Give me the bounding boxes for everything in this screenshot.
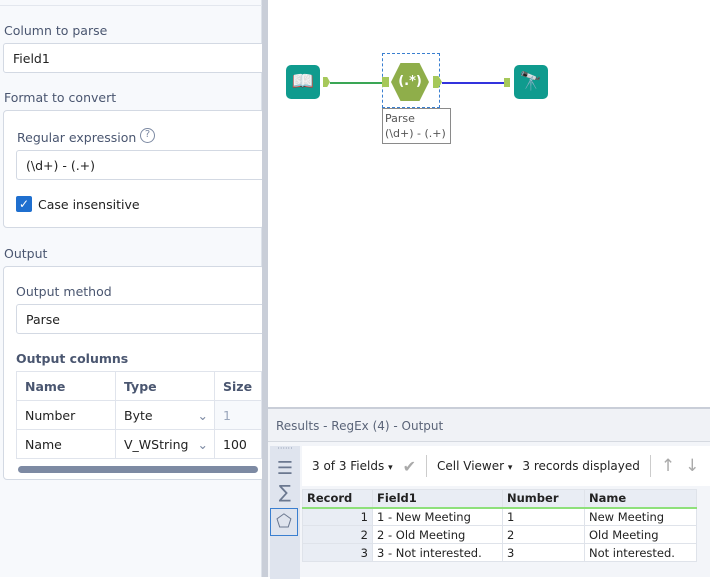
- format-to-convert-label: Format to convert: [4, 90, 117, 105]
- column-name[interactable]: Number: [16, 400, 116, 430]
- record-cell: 1: [302, 507, 373, 526]
- table-row: Name V_WString ⌄ 100: [16, 429, 262, 459]
- results-title: Results - RegEx (4) - Output: [268, 409, 710, 442]
- divider: [649, 455, 651, 477]
- cell[interactable]: Not interested.: [584, 543, 697, 562]
- cell[interactable]: 1 - New Meeting: [372, 507, 503, 526]
- size-field[interactable]: 100: [214, 429, 262, 459]
- divider: [0, 5, 262, 6]
- col-header-type: Type: [115, 371, 215, 401]
- annotation-line: (\d+) - (.+): [385, 127, 446, 140]
- cell[interactable]: New Meeting: [584, 507, 697, 526]
- results-panel: Results - RegEx (4) - Output ······ ☰ ∑ …: [268, 407, 710, 579]
- table-row: 11 - New Meeting 1 New Meeting: [302, 507, 697, 526]
- column-name[interactable]: Name: [16, 429, 116, 459]
- record-cell: 2: [302, 525, 373, 544]
- cell[interactable]: 1: [502, 507, 585, 526]
- regex-input[interactable]: (\d+) - (.+): [16, 150, 266, 180]
- cell[interactable]: 2: [502, 525, 585, 544]
- connection-line: [330, 82, 382, 84]
- table-row: 22 - Old Meeting 2 Old Meeting: [302, 525, 697, 544]
- output-anchor[interactable]: [433, 76, 442, 88]
- tool-annotation: Parse (\d+) - (.+): [382, 108, 451, 144]
- type-select[interactable]: Byte ⌄: [115, 400, 215, 430]
- regex-label: Regular expression: [17, 130, 137, 145]
- input-anchor[interactable]: [382, 77, 389, 87]
- sigma-icon[interactable]: ∑: [276, 482, 294, 504]
- cell[interactable]: 2 - Old Meeting: [372, 525, 503, 544]
- records-count: 3 records displayed: [522, 459, 640, 473]
- horizontal-scrollbar[interactable]: [18, 466, 258, 473]
- drag-handle[interactable]: ······: [270, 445, 300, 453]
- output-columns-table: Name Type Size Number Byte ⌄ 1 Name V_WString ⌄…: [16, 371, 262, 459]
- table-row: 33 - Not interested. 3 Not interested.: [302, 543, 697, 562]
- browse-tool-binoculars-icon[interactable]: 🔭: [514, 65, 548, 99]
- results-grid: Record Field1 Number Name 11 - New Meeti…: [302, 489, 697, 562]
- record-cell: 3: [302, 543, 373, 562]
- input-anchor[interactable]: [504, 78, 510, 87]
- chevron-down-icon: ⌄: [197, 407, 208, 423]
- cell[interactable]: Old Meeting: [584, 525, 697, 544]
- cell-viewer-dropdown[interactable]: Cell Viewer ▾: [437, 459, 512, 473]
- case-insensitive-checkbox[interactable]: ✓: [16, 196, 32, 212]
- col-header-name: Name: [16, 371, 116, 401]
- header-record[interactable]: Record: [302, 489, 373, 509]
- list-icon[interactable]: ☰: [276, 458, 294, 480]
- output-method-select[interactable]: Parse: [16, 304, 266, 334]
- header-field1[interactable]: Field1: [372, 489, 503, 509]
- header-name[interactable]: Name: [584, 489, 697, 509]
- size-field: 1: [214, 400, 262, 430]
- column-to-parse-select[interactable]: Field1: [3, 43, 265, 73]
- case-insensitive-label: Case insensitive: [38, 197, 140, 212]
- table-row: Number Byte ⌄ 1: [16, 400, 262, 430]
- workflow-canvas[interactable]: 📖 (.*) 🔭 Parse (\d+) - (.+): [268, 0, 710, 405]
- output-label: Output: [4, 246, 48, 261]
- arrow-down-icon[interactable]: ↓: [685, 456, 699, 476]
- connection-line: [442, 82, 504, 84]
- results-toolbar: 3 of 3 Fields ▾ ✔ Cell Viewer ▾ 3 record…: [302, 446, 710, 486]
- input-data-tool-book-icon[interactable]: 📖: [286, 65, 320, 99]
- fields-dropdown[interactable]: 3 of 3 Fields ▾: [312, 459, 393, 473]
- tag-icon[interactable]: ⬠: [270, 508, 298, 536]
- results-sidebar: ······ ☰ ∑ ⬠: [270, 445, 300, 579]
- chevron-down-icon: ⌄: [197, 436, 208, 452]
- col-header-size: Size: [214, 371, 262, 401]
- annotation-line: Parse: [385, 112, 415, 125]
- help-icon[interactable]: ?: [140, 128, 155, 143]
- checkmark-icon[interactable]: ✔: [403, 457, 416, 476]
- header-number[interactable]: Number: [502, 489, 585, 509]
- column-to-parse-label: Column to parse: [4, 23, 108, 38]
- output-columns-label: Output columns: [16, 351, 129, 366]
- arrow-up-icon[interactable]: ↑: [661, 456, 675, 476]
- cell[interactable]: 3: [502, 543, 585, 562]
- divider: [426, 455, 427, 477]
- output-method-label: Output method: [16, 284, 112, 299]
- output-anchor[interactable]: [323, 77, 330, 87]
- cell[interactable]: 3 - Not interested.: [372, 543, 503, 562]
- configuration-panel: Column to parse Field1 Format to convert…: [0, 0, 266, 577]
- type-select[interactable]: V_WString ⌄: [115, 429, 215, 459]
